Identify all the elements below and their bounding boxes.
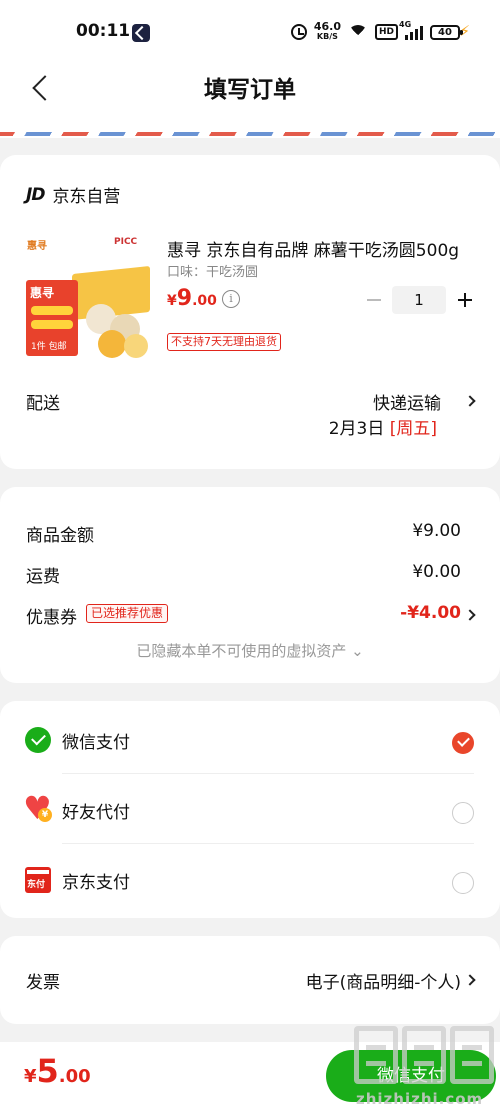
quantity-input[interactable]: 1 xyxy=(392,286,446,314)
shipping-label: 运费 xyxy=(26,567,60,587)
battery-icon: 40 xyxy=(430,24,463,40)
shop-header[interactable]: JD 京东自营 xyxy=(26,182,121,208)
invoice-value[interactable]: 电子(商品明细-个人) xyxy=(306,968,461,993)
status-indicators: 46.0 KB/S HD 4G 40 xyxy=(290,20,463,42)
return-policy-badge: 不支持7天无理由退货 xyxy=(167,333,281,351)
total-currency: ¥ xyxy=(24,1066,37,1087)
thumb-band-note: 1件 包邮 xyxy=(31,342,67,352)
payment-radio-selected[interactable] xyxy=(452,732,474,754)
thumb-brand: 惠寻 xyxy=(27,241,47,252)
coupon-badge: 已选推荐优惠 xyxy=(86,604,169,623)
charging-icon: ⚡ xyxy=(459,22,470,40)
signal-label: 4G xyxy=(399,20,412,29)
jd-pay-icon-text: 东付 xyxy=(27,880,46,890)
thumb-band-title: 惠寻 xyxy=(30,286,55,300)
payment-radio[interactable] xyxy=(452,802,474,824)
payment-option-label: 好友代付 xyxy=(62,803,130,823)
jd-logo-icon: JD xyxy=(26,184,45,205)
chevron-right-icon[interactable] xyxy=(466,974,476,984)
quantity-minus-button[interactable] xyxy=(364,288,384,312)
chevron-right-icon[interactable] xyxy=(466,395,476,405)
shop-name: 京东自营 xyxy=(52,187,121,207)
price-dec: .00 xyxy=(192,293,217,309)
invoice-label: 发票 xyxy=(26,973,60,993)
wechat-pay-icon xyxy=(25,727,51,753)
signal-icon: 4G xyxy=(399,20,423,40)
status-bar: 00:11 46.0 KB/S HD 4G 40 ⚡ xyxy=(0,0,500,62)
thumb-partner: PICC xyxy=(114,237,138,247)
coupon-value[interactable]: -¥4.00 xyxy=(400,603,461,623)
jd-pay-icon: 东付 xyxy=(25,867,51,893)
delivery-label: 配送 xyxy=(26,394,60,414)
product-price: ¥9.00 xyxy=(167,286,217,311)
product-spec: 口味：干吃汤圆 xyxy=(167,265,259,280)
net-speed-unit: KB/S xyxy=(316,32,338,41)
divider xyxy=(62,843,474,844)
payment-option-wechat[interactable]: 微信支付 xyxy=(0,705,500,775)
product-title[interactable]: 惠寻 京东自有品牌 麻薯干吃汤圆500g xyxy=(167,236,477,261)
quantity-plus-button[interactable] xyxy=(455,288,475,312)
goods-amount-value: ¥9.00 xyxy=(412,521,461,541)
airmail-stripe-divider xyxy=(0,130,500,138)
price-info-icon[interactable]: i xyxy=(222,290,240,308)
net-speed: 46.0 KB/S xyxy=(313,20,341,42)
page-title: 填写订单 xyxy=(204,77,296,103)
net-speed-value: 46.0 xyxy=(313,20,341,33)
alarm-icon xyxy=(290,24,307,40)
goods-amount-label: 商品金额 xyxy=(26,526,94,546)
mochi-ball xyxy=(124,334,148,358)
hidden-assets-toggle[interactable]: 已隐藏本单不可使用的虚拟资产 ⌄ xyxy=(0,640,500,661)
total-amount: ¥5.00 xyxy=(24,1052,91,1090)
delivery-date-text: 2月3日 xyxy=(328,419,385,439)
chevron-right-icon[interactable] xyxy=(466,609,476,619)
payment-option-jdpay[interactable]: 东付 京东支付 xyxy=(0,845,500,915)
shipping-value: ¥0.00 xyxy=(412,562,461,582)
price-currency: ¥ xyxy=(167,293,177,309)
status-time: 00:11 xyxy=(76,21,131,41)
mochi-ball xyxy=(98,330,126,358)
coupon-label: 优惠券 xyxy=(26,608,77,628)
payment-option-label: 京东支付 xyxy=(62,873,130,893)
payment-option-friend[interactable]: 好友代付 xyxy=(0,775,500,845)
delivery-method[interactable]: 快递运输 xyxy=(373,389,441,414)
friend-pay-icon xyxy=(23,789,52,827)
price-int: 9 xyxy=(176,286,193,311)
payment-radio[interactable] xyxy=(452,872,474,894)
divider xyxy=(62,773,474,774)
product-thumbnail[interactable]: 惠寻 PICC 惠寻 1件 包邮 xyxy=(24,234,152,362)
wifi-icon xyxy=(347,25,368,39)
hd-icon: HD xyxy=(374,24,398,40)
delivery-weekday: [周五] xyxy=(389,419,437,439)
checkout-bar: ¥5.00 微信支付 xyxy=(0,1042,500,1111)
total-int: 5 xyxy=(36,1052,59,1090)
app-notification-icon xyxy=(132,24,150,42)
payment-option-label: 微信支付 xyxy=(62,733,130,753)
total-dec: .00 xyxy=(58,1066,91,1087)
nav-bar: 填写订单 xyxy=(0,62,500,134)
delivery-date[interactable]: 2月3日 [周五] xyxy=(329,414,437,439)
thumb-promo-band: 惠寻 1件 包邮 xyxy=(26,280,78,356)
submit-pay-button[interactable]: 微信支付 xyxy=(326,1050,496,1102)
